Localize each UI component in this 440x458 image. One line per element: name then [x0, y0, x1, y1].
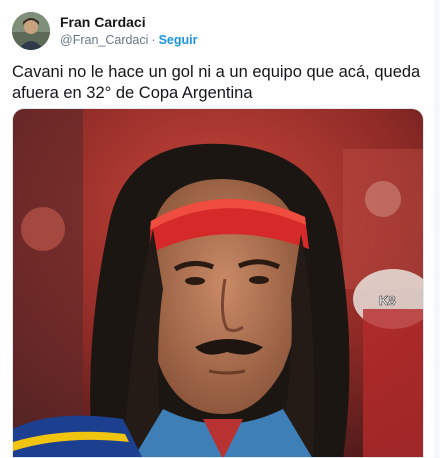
tweet-text: Cavani no le hace un gol ni a un equipo …	[12, 63, 421, 102]
page-edge	[434, 0, 440, 458]
author-block: Fran Cardaci @Fran_Cardaci · Seguir	[60, 14, 198, 49]
image-watermark: K8	[379, 293, 396, 308]
tweet-header: Fran Cardaci @Fran_Cardaci · Seguir	[12, 12, 432, 52]
user-handle[interactable]: @Fran_Cardaci	[60, 33, 148, 47]
tweet-card: Fran Cardaci @Fran_Cardaci · Seguir Cavani…	[0, 0, 440, 458]
avatar[interactable]	[12, 12, 50, 50]
follow-button[interactable]: Seguir	[159, 33, 198, 47]
handle-line: @Fran_Cardaci · Seguir	[60, 31, 198, 49]
tweet-image[interactable]: K8	[12, 108, 424, 458]
separator-dot: ·	[151, 33, 156, 47]
display-name[interactable]: Fran Cardaci	[60, 14, 198, 31]
